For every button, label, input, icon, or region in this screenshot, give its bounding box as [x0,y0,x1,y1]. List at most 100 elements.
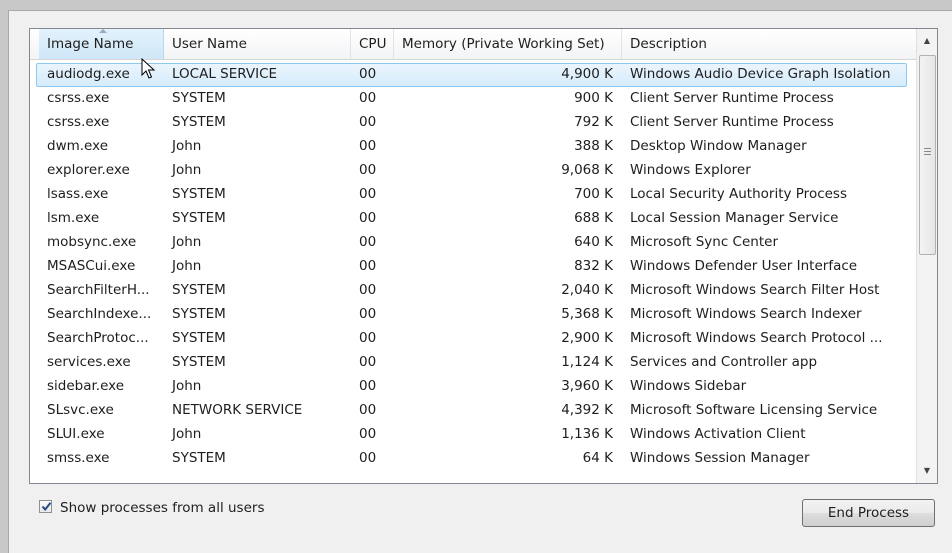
cell-memory: 5,368 K [561,306,613,322]
grip-icon [924,148,931,155]
cell-cpu: 00 [359,306,377,322]
cell-cpu: 00 [359,162,377,178]
cell-description: Windows Activation Client [630,426,806,442]
table-row[interactable]: csrss.exe SYSTEM 00 900 K Client Server Runt… [30,86,916,110]
cell-user-name: John [172,234,202,250]
end-process-button[interactable]: End Process [802,499,935,527]
cell-memory: 9,068 K [561,162,613,178]
cell-description: Windows Session Manager [630,450,810,466]
cell-memory: 1,136 K [561,426,613,442]
cell-image-name: sidebar.exe [47,378,125,394]
cell-memory: 2,900 K [561,330,613,346]
cell-image-name: SLUI.exe [47,426,105,442]
checkmark-icon [41,502,52,512]
cell-image-name: csrss.exe [47,90,110,106]
scroll-down-arrow-icon[interactable]: ▼ [919,462,935,480]
table-row[interactable]: SearchFilterH... SYSTEM 00 2,040 K Microsoft… [30,278,916,302]
table-row[interactable]: dwm.exe John 00 388 K Desktop Window Manager [30,134,916,158]
cell-image-name: MSASCui.exe [47,258,136,274]
table-row[interactable]: SLsvc.exe NETWORK SERVICE 00 4,392 K Microso… [30,398,916,422]
table-row[interactable]: smss.exe SYSTEM 00 64 K Windows Session Mana… [30,446,916,470]
cell-image-name: dwm.exe [47,138,109,154]
cell-image-name: services.exe [47,354,131,370]
cell-cpu: 00 [359,66,377,82]
column-header-image-name[interactable]: Image Name [39,29,164,59]
cell-description: Windows Audio Device Graph Isolation [630,66,891,82]
cell-user-name: John [172,138,202,154]
cell-image-name: csrss.exe [47,114,110,130]
mouse-pointer-icon [141,58,156,79]
cell-image-name: SearchFilterH... [47,282,150,298]
scrollbar-thumb[interactable] [919,55,936,255]
cell-user-name: LOCAL SERVICE [172,66,278,82]
cell-memory: 688 K [574,210,613,226]
table-row[interactable]: lsass.exe SYSTEM 00 700 K Local Security Aut… [30,182,916,206]
cell-description: Windows Explorer [630,162,751,178]
table-row[interactable]: SearchIndexe... SYSTEM 00 5,368 K Microsoft … [30,302,916,326]
cell-user-name: John [172,162,202,178]
cell-description: Services and Controller app [630,354,818,370]
cell-description: Client Server Runtime Process [630,114,834,130]
cell-user-name: John [172,378,202,394]
show-all-users-label: Show processes from all users [60,500,265,516]
cell-user-name: SYSTEM [172,210,226,226]
cell-image-name: smss.exe [47,450,110,466]
column-header-cpu[interactable]: CPU [351,29,394,59]
column-header-label: Description [630,36,707,52]
cell-user-name: SYSTEM [172,186,226,202]
column-header-description[interactable]: Description [622,29,916,59]
cell-description: Microsoft Sync Center [630,234,778,250]
table-row[interactable]: sidebar.exe John 00 3,960 K Windows Sidebar [30,374,916,398]
cell-memory: 2,040 K [561,282,613,298]
cell-user-name: SYSTEM [172,354,226,370]
cell-description: Client Server Runtime Process [630,90,834,106]
cell-memory: 832 K [574,258,613,274]
cell-cpu: 00 [359,90,377,106]
cell-description: Local Security Authority Process [630,186,847,202]
table-row[interactable]: lsm.exe SYSTEM 00 688 K Local Session Manage… [30,206,916,230]
table-row[interactable]: explorer.exe John 00 9,068 K Windows Explore… [30,158,916,182]
column-header-memory[interactable]: Memory (Private Working Set) [394,29,622,59]
header-spacer [30,29,39,59]
table-row[interactable]: audiodg.exe LOCAL SERVICE 00 4,900 K Windows… [30,62,916,87]
cell-image-name: lsass.exe [47,186,109,202]
show-all-users-checkbox[interactable] [39,500,52,513]
cell-cpu: 00 [359,378,377,394]
vertical-scrollbar[interactable]: ▲ ▼ [916,29,937,483]
table-row[interactable]: mobsync.exe John 00 640 K Microsoft Sync Cen… [30,230,916,254]
cell-image-name: mobsync.exe [47,234,137,250]
cell-cpu: 00 [359,258,377,274]
column-header-label: CPU [359,36,387,52]
cell-cpu: 00 [359,114,377,130]
column-header-user-name[interactable]: User Name [164,29,351,59]
table-row[interactable]: SLUI.exe John 00 1,136 K Windows Activation … [30,422,916,446]
column-header-label: User Name [172,36,247,52]
cell-description: Microsoft Windows Search Indexer [630,306,862,322]
cell-memory: 640 K [574,234,613,250]
cell-user-name: NETWORK SERVICE [172,402,303,418]
cell-user-name: SYSTEM [172,450,226,466]
cell-description: Windows Defender User Interface [630,258,858,274]
cell-memory: 700 K [574,186,613,202]
table-row[interactable]: MSASCui.exe John 00 832 K Windows Defender U… [30,254,916,278]
table-row[interactable]: csrss.exe SYSTEM 00 792 K Client Server Runt… [30,110,916,134]
scroll-up-arrow-icon[interactable]: ▲ [919,32,935,50]
cell-cpu: 00 [359,282,377,298]
cell-user-name: John [172,258,202,274]
cell-description: Microsoft Software Licensing Service [630,402,878,418]
process-list[interactable]: Image Name User Name CPU Memory (Private… [29,28,938,484]
cell-memory: 1,124 K [561,354,613,370]
cell-memory: 388 K [574,138,613,154]
table-row[interactable]: services.exe SYSTEM 00 1,124 K Services and … [30,350,916,374]
cell-description: Microsoft Windows Search Filter Host [630,282,880,298]
cell-user-name: SYSTEM [172,114,226,130]
table-row[interactable]: SearchProtoc... SYSTEM 00 2,900 K Microsoft … [30,326,916,350]
cell-user-name: SYSTEM [172,306,226,322]
cell-user-name: John [172,426,202,442]
cell-user-name: SYSTEM [172,330,226,346]
cell-image-name: SearchIndexe... [47,306,152,322]
cell-description: Local Session Manager Service [630,210,839,226]
cell-cpu: 00 [359,354,377,370]
cell-image-name: lsm.exe [47,210,100,226]
cell-image-name: SearchProtoc... [47,330,149,346]
